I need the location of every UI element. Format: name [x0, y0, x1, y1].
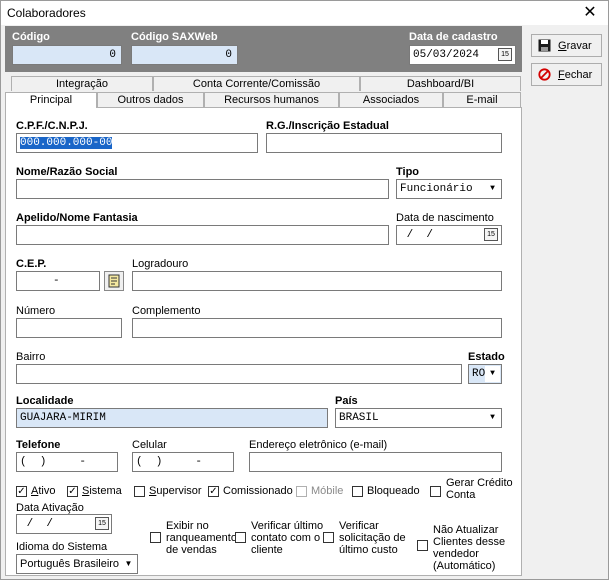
principal-panel: C.P.F./C.N.P.J. 000.000.000-00 R.G./Insc… [5, 107, 522, 576]
nome-field[interactable] [16, 179, 389, 199]
verificar-contato-label: Verificar último contato com o cliente [251, 520, 324, 556]
calendar-icon[interactable]: 15 [484, 228, 498, 241]
bloqueado-label: Bloqueado [367, 485, 420, 497]
tipo-value: Funcionário [400, 183, 473, 195]
logradouro-field[interactable] [132, 271, 502, 291]
chevron-down-icon[interactable]: ▼ [485, 366, 500, 382]
localidade-field[interactable]: GUAJARA-MIRIM [16, 408, 328, 428]
gravar-button[interactable]: Gravar [531, 34, 602, 57]
gravar-label: Gravar [558, 40, 592, 52]
supervisor-checkbox[interactable] [134, 486, 145, 497]
verificar-custo-checkbox[interactable] [323, 532, 334, 543]
complemento-field[interactable] [132, 318, 502, 338]
mobile-label: Móbile [311, 485, 344, 497]
pais-label: País [335, 395, 358, 407]
fechar-label: Fechar [558, 69, 593, 81]
nao-atualizar-checkbox[interactable] [417, 540, 428, 551]
logradouro-label: Logradouro [132, 258, 189, 270]
chevron-down-icon[interactable]: ▼ [121, 556, 136, 572]
rg-label: R.G./Inscrição Estadual [266, 120, 389, 132]
exibir-ranqueamento-checkbox[interactable] [150, 532, 161, 543]
telefone-label: Telefone [16, 439, 61, 451]
estado-select[interactable]: RO ▼ [468, 364, 502, 384]
numero-field[interactable] [16, 318, 122, 338]
idioma-label: Idioma do Sistema [16, 541, 108, 553]
sistema-label: Sistema [82, 485, 122, 497]
estado-label: Estado [468, 351, 505, 363]
nascimento-label: Data de nascimento [396, 212, 494, 224]
ativo-label: Ativo [31, 485, 56, 497]
saxweb-field[interactable]: 0 [131, 45, 238, 65]
data-cadastro-label: Data de cadastro [409, 31, 498, 43]
verificar-custo-label: Verificar solicitação de último custo [339, 520, 406, 556]
apelido-label: Apelido/Nome Fantasia [16, 212, 138, 224]
cpf-field[interactable]: 000.000.000-00 [16, 133, 258, 153]
tab-associados[interactable]: Associados [339, 92, 443, 107]
tab-integracao[interactable]: Integração [11, 76, 153, 91]
exibir-ranqueamento-label: Exibir no ranqueamento de vendas [166, 520, 237, 556]
supervisor-label: Supervisor [149, 485, 202, 497]
nome-label: Nome/Razão Social [16, 166, 118, 178]
telefone-field[interactable]: ( ) - [16, 452, 118, 472]
celular-label: Celular [132, 439, 167, 451]
celular-field[interactable]: ( ) - [132, 452, 234, 472]
mobile-checkbox[interactable] [296, 486, 307, 497]
gerar-credito-label: Gerar Crédito Conta [446, 477, 513, 501]
cep-field[interactable]: - [16, 271, 100, 291]
address-book-icon [108, 274, 120, 288]
estado-value: RO [472, 368, 486, 380]
bloqueado-checkbox[interactable] [352, 486, 363, 497]
numero-label: Número [16, 305, 56, 317]
fechar-button[interactable]: Fechar [531, 63, 602, 86]
codigo-label: Código [12, 31, 50, 43]
pais-select[interactable]: BRASIL ▼ [335, 408, 502, 428]
comissionado-checkbox[interactable]: ✓ [208, 486, 219, 497]
pais-value: BRASIL [339, 412, 379, 424]
codigo-field[interactable]: 0 [12, 45, 122, 65]
colaboradores-window: Colaboradores ✕ Código 0 Código SAXWeb 0… [0, 0, 609, 580]
chevron-down-icon[interactable]: ▼ [485, 181, 500, 197]
cep-label: C.E.P. [16, 258, 47, 270]
cancel-icon [538, 68, 551, 81]
tipo-select[interactable]: Funcionário ▼ [396, 179, 502, 199]
tab-principal[interactable]: Principal [5, 92, 97, 108]
tab-recursos-humanos[interactable]: Recursos humanos [204, 92, 339, 107]
window-title: Colaboradores [7, 6, 86, 20]
tab-outros-dados[interactable]: Outros dados [97, 92, 204, 107]
chevron-down-icon[interactable]: ▼ [485, 410, 500, 426]
idioma-select[interactable]: Português Brasileiro ▼ [16, 554, 138, 574]
calendar-icon[interactable]: 15 [95, 517, 109, 530]
tab-dashboard[interactable]: Dashboard/BI [360, 76, 521, 91]
complemento-label: Complemento [132, 305, 201, 317]
nao-atualizar-label: Não Atualizar Clientes desse vendedor (Auto… [433, 524, 506, 572]
ativacao-label: Data Ativação [16, 502, 84, 514]
apelido-field[interactable] [16, 225, 389, 245]
calendar-icon[interactable]: 15 [498, 48, 512, 61]
gerar-credito-checkbox[interactable] [430, 486, 441, 497]
cpf-label: C.P.F./C.N.P.J. [16, 120, 88, 132]
bairro-field[interactable] [16, 364, 462, 384]
close-icon[interactable]: ✕ [580, 3, 600, 23]
bairro-label: Bairro [16, 351, 46, 363]
sistema-checkbox[interactable]: ✓ [67, 486, 78, 497]
comissionado-label: Comissionado [223, 485, 293, 497]
saxweb-label: Código SAXWeb [131, 31, 218, 43]
localidade-label: Localidade [16, 395, 74, 407]
tab-email[interactable]: E-mail [443, 92, 521, 107]
verificar-contato-checkbox[interactable] [235, 532, 246, 543]
save-icon [538, 39, 551, 52]
cep-search-button[interactable] [104, 271, 124, 291]
rg-field[interactable] [266, 133, 502, 153]
data-cadastro-value: 05/03/2024 [413, 49, 480, 61]
tab-conta-corrente[interactable]: Conta Corrente/Comissão [153, 76, 360, 91]
idioma-value: Português Brasileiro [20, 558, 120, 570]
tipo-label: Tipo [396, 166, 420, 178]
title-bar: Colaboradores ✕ [1, 1, 608, 25]
email-field[interactable] [249, 452, 502, 472]
ativo-checkbox[interactable]: ✓ [16, 486, 27, 497]
header-panel: Código 0 Código SAXWeb 0 Data de cadastr… [5, 26, 522, 72]
email-label: Endereço eletrônico (e-mail) [249, 439, 388, 451]
